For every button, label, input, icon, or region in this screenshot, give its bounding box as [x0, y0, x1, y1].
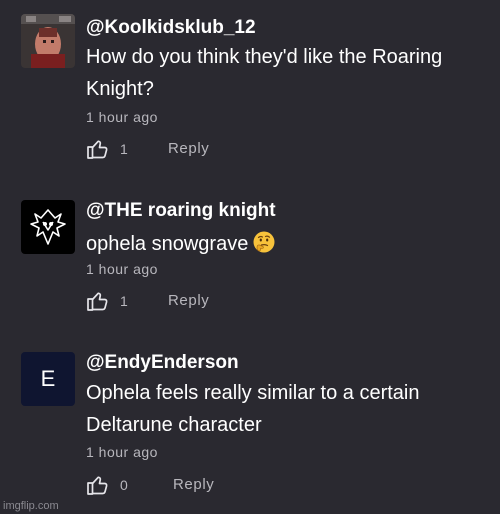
comment-text-line: How do you think they'd like the Roaring	[86, 46, 443, 68]
comment-username[interactable]: @Koolkidsklub_12	[86, 17, 256, 39]
thinking-face-emoji	[252, 230, 276, 254]
reply-button[interactable]: Reply	[173, 476, 214, 493]
thumbs-up-icon[interactable]	[86, 137, 110, 161]
comment-text: ophela snowgrave	[86, 233, 249, 255]
user-avatar[interactable]	[21, 14, 75, 68]
comment-username[interactable]: @THE roaring knight	[86, 200, 276, 222]
thumbs-up-icon[interactable]	[86, 473, 110, 497]
comment-actions: 1 Reply	[86, 289, 286, 313]
user-avatar[interactable]	[21, 200, 75, 254]
watermark: imgflip.com	[3, 500, 59, 512]
comment-timestamp: 1 hour ago	[86, 261, 158, 277]
comment-text-line: Ophela feels really similar to a certain	[86, 382, 420, 404]
comment-username[interactable]: @EndyEnderson	[86, 352, 239, 374]
comment-actions: 0 Reply	[86, 473, 286, 497]
reply-button[interactable]: Reply	[168, 292, 209, 309]
like-count: 1	[120, 293, 128, 309]
comment-timestamp: 1 hour ago	[86, 444, 158, 460]
comment-text-line: Deltarune character	[86, 414, 262, 436]
comment-actions: 1 Reply	[86, 137, 286, 161]
user-avatar[interactable]: E	[21, 352, 75, 406]
comment-text-line: Knight?	[86, 78, 154, 100]
like-count: 1	[120, 141, 128, 157]
comment-timestamp: 1 hour ago	[86, 109, 158, 125]
reply-button[interactable]: Reply	[168, 140, 209, 157]
thumbs-up-icon[interactable]	[86, 289, 110, 313]
like-count: 0	[120, 477, 128, 493]
avatar-letter: E	[40, 366, 56, 391]
comment-text-line: ophela snowgrave	[86, 230, 276, 256]
